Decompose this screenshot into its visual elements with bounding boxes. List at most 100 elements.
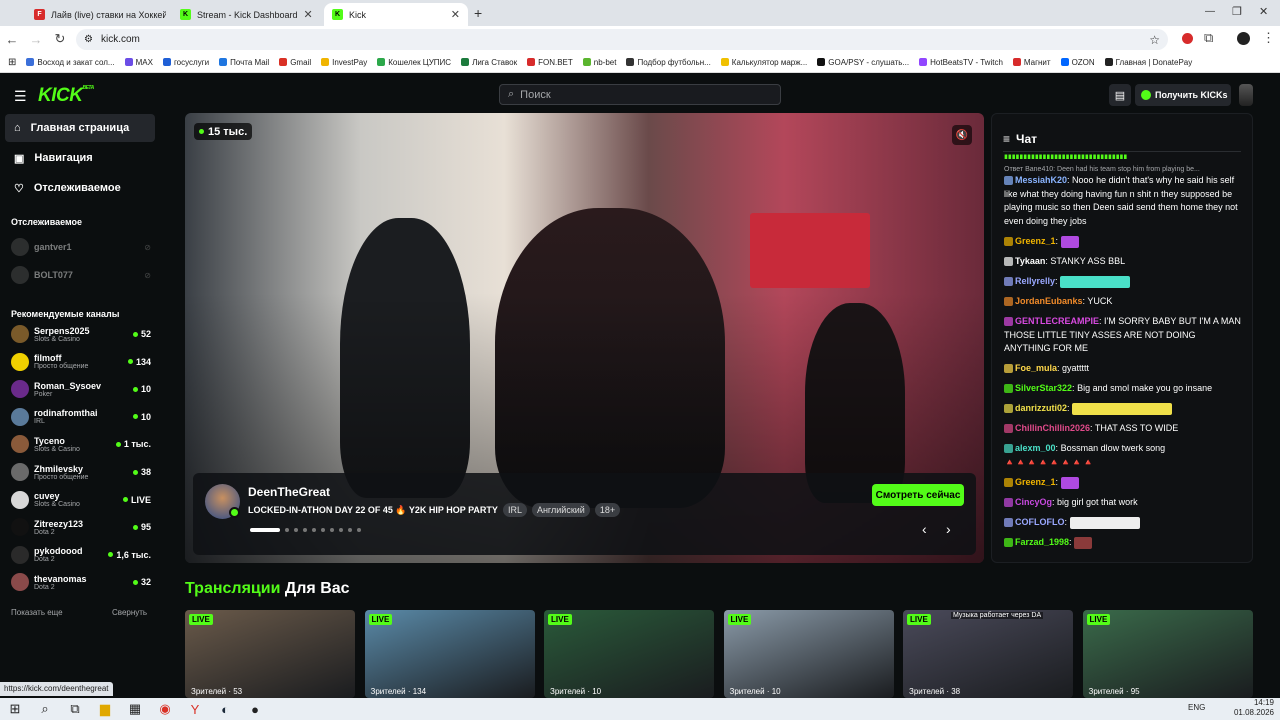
extensions-puzzle-icon[interactable]: ⧉ [1204,30,1213,46]
carousel-dot[interactable] [321,528,325,532]
chat-username[interactable]: MessiahK20 [1015,175,1067,185]
back-icon[interactable]: ← [0,32,24,47]
following-item[interactable]: gantver1 ⊘ [11,234,151,260]
bookmark-item[interactable]: GOA/PSY - слушать... [817,58,909,67]
recommended-channel[interactable]: Serpens2025 Slots & Casino 52 [11,321,151,347]
carousel-dot[interactable] [312,528,316,532]
language-indicator[interactable]: ENG [1188,703,1205,712]
chat-username[interactable]: JordanEubanks [1015,296,1083,306]
bookmark-item[interactable]: Почта Mail [219,58,269,67]
chat-username[interactable]: COFLOFLO [1015,517,1065,527]
recommended-channel[interactable]: rodinafromthai IRL 10 [11,404,151,430]
address-bar[interactable]: ⚙ kick.com ☆ [76,29,1168,50]
kick-logo[interactable]: KICKBETA [38,85,94,107]
forward-icon[interactable]: → [24,32,48,47]
chrome-icon[interactable]: ◉ [150,698,180,720]
apps-grid-icon[interactable]: ⊞ [8,57,16,68]
bookmark-item[interactable]: OZON [1060,58,1095,67]
tag[interactable]: 18+ [594,503,621,517]
get-kicks-button[interactable]: Получить KICKs [1135,84,1231,106]
bookmark-star-icon[interactable]: ☆ [1149,33,1160,47]
carousel-dot[interactable] [294,528,298,532]
steam-icon[interactable]: ◐ [210,698,240,720]
clock-date[interactable]: 01.08.2026 [1228,708,1274,717]
file-explorer-icon[interactable]: ▆ [90,698,120,720]
nav-home[interactable]: ⌂ Главная страница [5,114,155,142]
recommended-channel[interactable]: Roman_Sysoev Poker 10 [11,376,151,402]
recommended-channel[interactable]: thevanomas Dota 2 32 [11,569,151,595]
next-slide-icon[interactable]: › [946,521,951,537]
bookmark-item[interactable]: госуслуги [162,58,209,67]
profile-avatar[interactable] [1237,32,1250,45]
bookmark-item[interactable]: Лига Ставок [461,58,517,67]
new-tab-button[interactable]: + [474,5,482,21]
chat-username[interactable]: danrizzuti02 [1015,403,1067,413]
bookmark-item[interactable]: Подбор футбольн... [626,58,711,67]
chat-username[interactable]: Farzad_1998 [1015,537,1069,547]
chat-username[interactable]: GENTLECREAMPIE [1015,316,1099,326]
task-view-icon[interactable]: ⧉ [60,698,90,720]
stream-card[interactable]: LIVE Музыка работает через DA Зрителей · 3… [903,610,1073,698]
minimize-icon[interactable]: — [1205,6,1215,17]
chat-username[interactable]: Tykaan [1015,256,1045,266]
browser-tab-0[interactable]: F Лайв (live) ставки на Хоккей о ✕ [26,3,166,26]
chat-username[interactable]: CincyOg [1015,497,1052,507]
chat-username[interactable]: Greenz_1 [1015,477,1056,487]
bookmark-item[interactable]: FON.BET [527,58,573,67]
following-item[interactable]: BOLT077 ⊘ [11,262,151,288]
chat-username[interactable]: alexm_00 [1015,443,1056,453]
dashboard-icon[interactable]: ▤ [1109,84,1131,106]
carousel-dot[interactable] [250,528,280,532]
recommended-channel[interactable]: Zitreezy123 Dota 2 95 [11,514,151,540]
stream-card[interactable]: LIVE Зрителей · 134 [364,610,535,698]
stream-card[interactable]: LIVE Зрителей · 10 [544,610,714,698]
stream-card[interactable]: LIVE Зрителей · 53 [185,610,355,698]
chat-username[interactable]: Greenz_1 [1015,236,1056,246]
tag[interactable]: IRL [502,503,527,517]
calculator-icon[interactable]: ▦ [120,698,150,720]
yandex-icon[interactable]: Y [180,698,210,720]
carousel-dot[interactable] [348,528,352,532]
browser-tab-1[interactable]: K Stream - Kick Dashboard ✕ [172,3,318,26]
bookmark-item[interactable]: Gmail [279,58,311,67]
carousel-dot[interactable] [330,528,334,532]
search-input[interactable]: ⌕ Поиск [499,84,781,105]
carousel-dot[interactable] [339,528,343,532]
bookmark-item[interactable]: Магнит [1012,58,1051,67]
maximize-icon[interactable]: ❐ [1232,5,1242,18]
stream-card[interactable]: LIVE Зрителей · 10 [723,610,894,698]
close-tab-icon[interactable]: ✕ [451,8,460,21]
carousel-dot[interactable] [357,528,361,532]
stream-card[interactable]: LIVE Зрителей · 95 [1082,610,1253,698]
bookmark-item[interactable]: MAX [124,58,153,67]
streamer-name[interactable]: DeenTheGreat [248,485,330,499]
bookmark-item[interactable]: nb-bet [582,58,616,67]
nav-browse[interactable]: ▣ Навигация [5,144,155,172]
collapse-link[interactable]: Свернуть [112,608,147,617]
menu-hamburger-icon[interactable]: ☰ [14,88,27,105]
chat-username[interactable]: ChillinChillin2026 [1015,423,1090,433]
bookmark-item[interactable]: Кошелек ЦУПИС [377,58,451,67]
reload-icon[interactable]: ↻ [48,31,72,47]
tag[interactable]: Английский [531,503,590,517]
watch-now-button[interactable]: Смотреть сейчас [872,484,964,506]
recommended-channel[interactable]: Tyceno Slots & Casino 1 тыс. [11,431,151,457]
bookmark-item[interactable]: InvestPay [321,58,367,67]
bookmark-item[interactable]: HotBeatsTV - Twitch [919,58,1003,67]
bookmark-item[interactable]: Восход и закат сол... [26,58,115,67]
nav-following[interactable]: ♡ Отслеживаемое [5,174,155,202]
search-icon[interactable]: ⌕ [30,698,60,720]
carousel-dot[interactable] [303,528,307,532]
mute-icon[interactable]: 🔇 [952,125,972,145]
site-info-icon[interactable]: ⚙ [84,34,93,45]
browser-menu-icon[interactable]: ⋮ [1262,30,1275,46]
chat-username[interactable]: SilverStar322 [1015,383,1072,393]
prev-slide-icon[interactable]: ‹ [922,521,927,537]
user-avatar[interactable] [1239,84,1253,106]
clock-time[interactable]: 14:19 [1238,698,1274,707]
close-window-icon[interactable]: ✕ [1259,5,1268,18]
show-more-link[interactable]: Показать еще [11,608,63,617]
recommended-channel[interactable]: pykodoood Dota 2 1,6 тыс. [11,542,151,568]
recommended-channel[interactable]: cuvey Slots & Casino LIVE [11,487,151,513]
browser-tab-2[interactable]: K Kick ✕ [324,3,468,26]
